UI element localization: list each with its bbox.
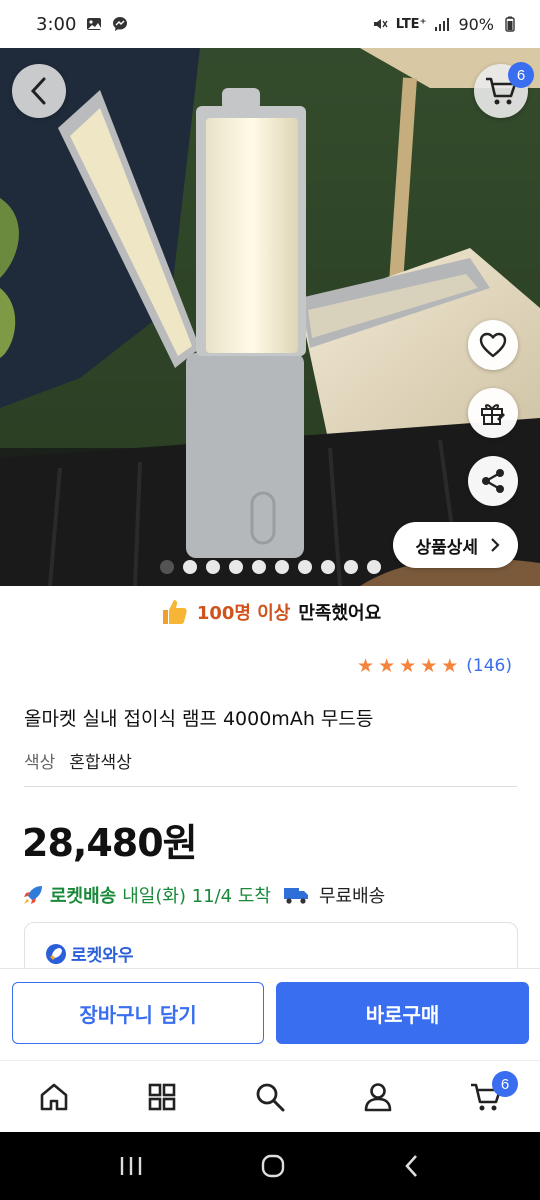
product-detail-button[interactable]: 상품상세 (393, 522, 518, 568)
home-icon (40, 1083, 68, 1110)
nav-cart[interactable]: 6 (432, 1061, 540, 1132)
home-button-icon[interactable] (260, 1153, 286, 1179)
delivery-info: 로켓배송 내일(화) 11/4 도착 무료배송 (22, 882, 385, 908)
bottom-navigation: 6 (0, 1060, 540, 1132)
star-icon: ★ (441, 654, 459, 677)
nav-categories[interactable] (108, 1061, 216, 1132)
back-button[interactable] (12, 64, 66, 118)
add-to-cart-button[interactable]: 장바구니 담기 (12, 982, 264, 1044)
status-time: 3:00 (36, 13, 77, 35)
product-detail-screen: 3:00 LTE⁺ 90% 6 상품상세 100명 이상 만족했어요 ★ ★ ★… (0, 0, 540, 1200)
nav-search[interactable] (216, 1061, 324, 1132)
review-count[interactable]: (146) (466, 656, 512, 676)
star-icon: ★ (357, 654, 375, 677)
messenger-icon (113, 17, 128, 31)
mute-icon (373, 19, 388, 29)
rocket-icon (24, 886, 42, 904)
carousel-dot (321, 560, 335, 574)
cart-count-badge: 6 (492, 1071, 518, 1097)
delivery-date: 내일(화) 11/4 도착 (122, 886, 271, 907)
recent-apps-icon[interactable] (118, 1154, 144, 1178)
option-label: 색상 (24, 753, 56, 773)
gift-button[interactable] (468, 388, 518, 438)
system-back-icon[interactable] (402, 1153, 422, 1179)
chevron-left-icon (30, 77, 46, 105)
product-rating[interactable]: ★ ★ ★ ★ ★ (146) (357, 656, 512, 676)
search-icon (256, 1083, 285, 1111)
battery-percent: 90% (458, 14, 494, 34)
star-icon: ★ (399, 654, 417, 677)
product-price: 28,480원 (22, 821, 198, 865)
status-bar: 3:00 LTE⁺ 90% (0, 0, 540, 48)
truck-icon (283, 888, 308, 904)
satisfaction-highlight: 100명 이상 (196, 603, 291, 624)
carousel-dot (275, 560, 289, 574)
signal-icon (435, 18, 450, 31)
nav-home[interactable] (0, 1061, 108, 1132)
buy-now-button[interactable]: 바로구매 (276, 982, 529, 1044)
divider (24, 786, 517, 787)
user-icon (364, 1082, 392, 1111)
product-title: 올마켓 실내 접이식 램프 4000mAh 무드등 (24, 708, 374, 730)
nav-my-account[interactable] (324, 1061, 432, 1132)
gift-icon (481, 404, 505, 425)
wishlist-button[interactable] (468, 320, 518, 370)
battery-icon (505, 16, 515, 32)
purchase-action-bar: 장바구니 담기 바로구매 (0, 968, 540, 1060)
cart-count-badge: 6 (508, 62, 534, 88)
share-icon (482, 469, 504, 493)
product-detail-label: 상품상세 (415, 537, 478, 558)
heart-icon (479, 332, 507, 358)
chevron-right-icon (491, 538, 500, 552)
grid-icon (148, 1083, 176, 1110)
carousel-dot (298, 560, 312, 574)
carousel-dot (229, 560, 243, 574)
cart-button[interactable]: 6 (474, 62, 534, 118)
thumbs-up-icon (162, 600, 187, 624)
gallery-icon (87, 18, 102, 30)
carousel-dot (344, 560, 358, 574)
carousel-dot (160, 560, 174, 574)
rocket-wow-icon (46, 943, 66, 964)
network-type: LTE⁺ (395, 16, 427, 32)
rocket-delivery-label: 로켓배송 (50, 886, 117, 907)
star-icon: ★ (378, 654, 396, 677)
free-shipping: 무료배송 (318, 886, 386, 907)
carousel-dots (160, 560, 381, 574)
option-value: 혼합색상 (69, 753, 132, 773)
carousel-dot (367, 560, 381, 574)
carousel-dot (206, 560, 220, 574)
star-icon: ★ (420, 654, 438, 677)
product-photo (0, 48, 540, 586)
satisfaction-banner: 100명 이상 만족했어요 (0, 588, 540, 636)
carousel-dot (183, 560, 197, 574)
rocket-wow-label: 로켓와우 (71, 946, 134, 966)
product-image-carousel[interactable]: 6 상품상세 (0, 48, 540, 586)
system-navigation-bar (0, 1132, 540, 1200)
option-row[interactable]: 색상 혼합색상 (24, 748, 132, 773)
carousel-dot (252, 560, 266, 574)
satisfaction-text: 만족했어요 (298, 603, 382, 624)
share-button[interactable] (468, 456, 518, 506)
